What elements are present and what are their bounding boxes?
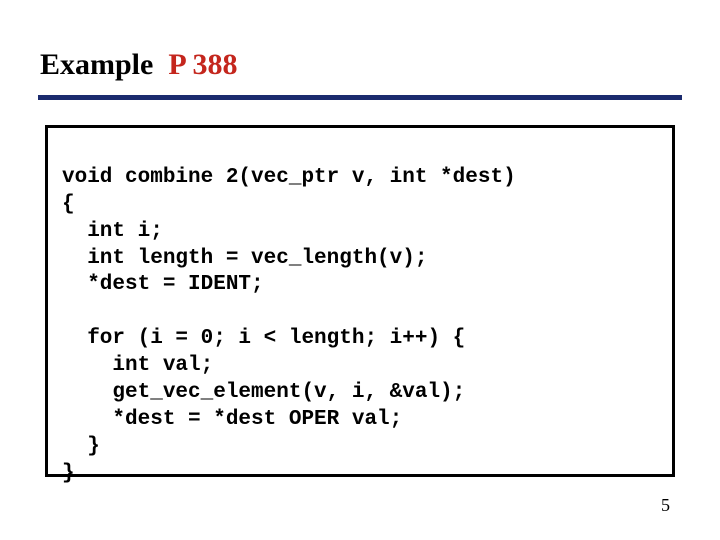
code-line: }	[62, 462, 75, 485]
code-line: }	[62, 435, 100, 458]
title-prefix: Example	[40, 48, 168, 81]
slide-title: Example P 388	[40, 48, 238, 81]
title-row: Example P 388	[40, 48, 680, 82]
code-line: {	[62, 193, 75, 216]
code-listing: void combine 2(vec_ptr v, int *dest) { i…	[62, 138, 658, 514]
code-line: void combine 2(vec_ptr v, int *dest)	[62, 166, 516, 189]
code-line: int length = vec_length(v);	[62, 247, 427, 270]
code-line: int i;	[62, 220, 163, 243]
title-underline	[38, 95, 682, 100]
code-line: get_vec_element(v, i, &val);	[62, 381, 465, 404]
code-line: int val;	[62, 354, 213, 377]
code-line: for (i = 0; i < length; i++) {	[62, 327, 465, 350]
page-number: 5	[661, 495, 670, 516]
title-accent: P 388	[168, 48, 237, 81]
code-line: *dest = *dest OPER val;	[62, 408, 402, 431]
code-box: void combine 2(vec_ptr v, int *dest) { i…	[45, 125, 675, 477]
code-line: *dest = IDENT;	[62, 273, 264, 296]
slide: Example P 388 void combine 2(vec_ptr v, …	[0, 0, 720, 540]
